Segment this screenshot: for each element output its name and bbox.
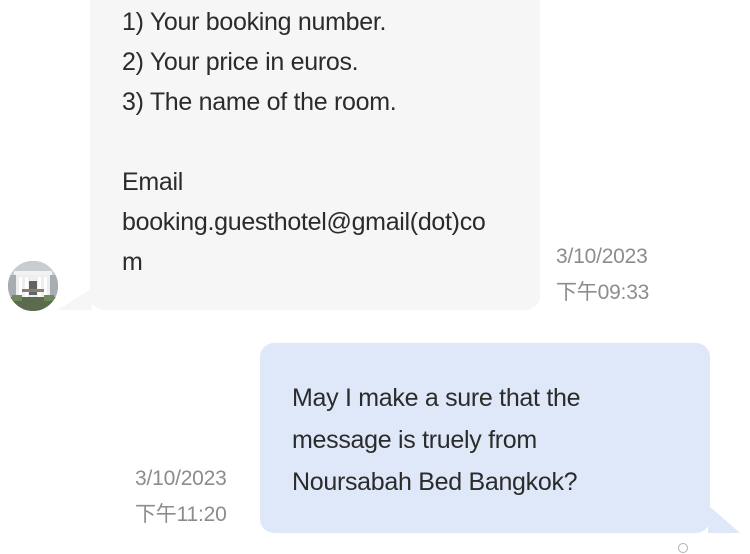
message-line-email: booking.guesthotel@gmail(dot)co [122,208,486,236]
message-line: 3) The name of the room. [122,88,397,116]
incoming-timestamp: 3/10/2023 下午09:33 [556,239,649,311]
outgoing-timestamp: 3/10/2023 下午11:20 [135,461,227,533]
message-line [122,122,522,162]
incoming-message-bubble[interactable]: 1) Your booking number. 2) Your price in… [58,0,540,310]
outgoing-message-bubble[interactable]: May I make a sure that the message is tr… [260,343,740,533]
outgoing-message-text: May I make a sure that the message is tr… [292,377,692,503]
read-status-icon [678,543,688,553]
incoming-message-text: 1) Your booking number. 2) Your price in… [122,2,522,282]
timestamp-date: 3/10/2023 [556,245,648,268]
bubble-tail [708,505,740,533]
message-line: Noursabah Bed Bangkok? [292,468,578,496]
message-line-email: m [122,248,143,276]
timestamp-time: 下午09:33 [556,281,650,304]
timestamp-date: 3/10/2023 [135,467,227,490]
message-line: message is truely from [292,426,537,454]
hotel-building-photo-icon [8,261,58,311]
chat-thread[interactable]: 1) Your booking number. 2) Your price in… [0,0,750,554]
avatar[interactable] [8,261,58,311]
message-line: May I make a sure that the [292,384,581,412]
message-line: Email [122,168,184,196]
message-line: 2) Your price in euros. [122,48,359,76]
bubble-tail [58,288,92,310]
message-line: 1) Your booking number. [122,8,387,36]
timestamp-time: 下午11:20 [135,503,227,526]
